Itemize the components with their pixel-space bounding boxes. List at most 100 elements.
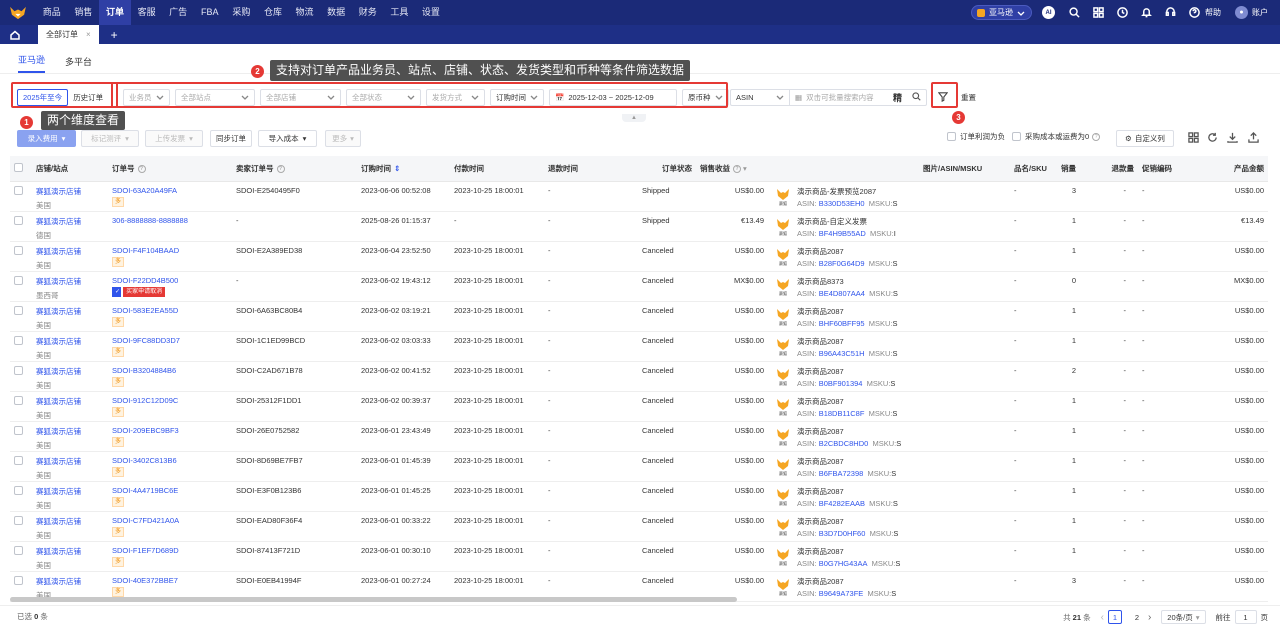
nav-item-11[interactable]: 工具 xyxy=(384,0,416,25)
profit-negative-checkbox[interactable] xyxy=(947,132,956,141)
layout-grid-icon[interactable] xyxy=(1188,132,1200,144)
support-headset-icon[interactable] xyxy=(1163,6,1177,20)
more-actions-button[interactable]: 更多 ▾ xyxy=(325,130,361,147)
column-header-11[interactable]: 退款量 xyxy=(1080,156,1138,182)
row-checkbox[interactable] xyxy=(14,275,23,285)
table-row[interactable]: 赛狐演示店铺 美国 SDOI-912C12D09C 多 SDOI-25312F1DD1 2… xyxy=(10,391,1268,422)
shop-link[interactable]: 赛狐演示店铺 xyxy=(36,336,104,347)
shop-link[interactable]: 赛狐演示店铺 xyxy=(36,486,104,497)
column-header-9[interactable]: 品名/SKU xyxy=(1010,156,1054,182)
table-row[interactable]: 赛狐演示店铺 美国 SDOI-209EBC9BF3 多 SDOI-26E0752582 2… xyxy=(10,421,1268,452)
order-id-link[interactable]: 306-8888888-8888888 xyxy=(112,216,228,225)
row-checkbox[interactable] xyxy=(14,215,23,225)
nav-item-0[interactable]: 商品 xyxy=(36,0,68,25)
shop-link[interactable]: 赛狐演示店铺 xyxy=(36,366,104,377)
column-header-4[interactable]: 付款时间 xyxy=(450,156,544,182)
table-row[interactable]: 赛狐演示店铺 德国 306-8888888-8888888-2025-08-26 0… xyxy=(10,211,1268,242)
asin-link[interactable]: B96A43C51H xyxy=(819,349,865,358)
ai-button[interactable]: AI xyxy=(1042,6,1055,19)
order-id-link[interactable]: SDOI-B3204884B6 xyxy=(112,366,228,375)
row-checkbox[interactable] xyxy=(14,485,23,495)
column-header-5[interactable]: 退款时间 xyxy=(544,156,638,182)
row-checkbox[interactable] xyxy=(14,575,23,585)
nav-item-7[interactable]: 仓库 xyxy=(257,0,289,25)
nav-item-8[interactable]: 物流 xyxy=(289,0,321,25)
row-checkbox[interactable] xyxy=(14,365,23,375)
column-header-3[interactable]: 订购时间 ⇕ xyxy=(357,156,450,182)
nav-item-10[interactable]: 财务 xyxy=(352,0,384,25)
close-icon[interactable]: × xyxy=(86,30,91,39)
row-checkbox-cell[interactable] xyxy=(10,181,32,212)
row-checkbox[interactable] xyxy=(14,395,23,405)
asin-link[interactable]: BHF60BFF95 xyxy=(819,319,865,328)
asin-link[interactable]: B18DB11C8F xyxy=(819,409,865,418)
row-checkbox-cell[interactable] xyxy=(10,361,32,392)
nav-item-4[interactable]: 广告 xyxy=(162,0,194,25)
nav-item-6[interactable]: 采购 xyxy=(226,0,258,25)
page-2-button[interactable]: 2 xyxy=(1130,610,1144,624)
row-checkbox[interactable] xyxy=(14,545,23,555)
table-row[interactable]: 赛狐演示店铺 美国 SDOI-9FC88DD3D7 多 SDOI-1C1ED99BCD 2… xyxy=(10,331,1268,362)
shop-link[interactable]: 赛狐演示店铺 xyxy=(36,246,104,257)
row-checkbox[interactable] xyxy=(14,335,23,345)
column-header-12[interactable]: 促销编码 xyxy=(1138,156,1203,182)
column-header-0[interactable]: 店铺/站点 xyxy=(32,156,108,182)
horizontal-scrollbar[interactable] xyxy=(10,597,737,602)
search-input[interactable]: ▦ 双击可批量搜索内容 精 xyxy=(789,88,927,106)
help-icon[interactable] xyxy=(1187,6,1201,20)
table-row[interactable]: 赛狐演示店铺 美国 SDOI-B3204884B6 多 SDOI-C2AD671B78 2… xyxy=(10,361,1268,392)
row-checkbox-cell[interactable] xyxy=(10,391,32,422)
download-icon[interactable] xyxy=(1227,132,1239,144)
row-checkbox-cell[interactable] xyxy=(10,541,32,572)
order-id-link[interactable]: SDOI-9FC88DD3D7 xyxy=(112,336,228,345)
table-row[interactable]: 赛狐演示店铺 美国 SDOI-3402C813B6 多 SDOI-8D69BE7FB7 2… xyxy=(10,451,1268,482)
exact-match-toggle[interactable]: 精 xyxy=(893,91,902,104)
column-header-10[interactable]: 销量 xyxy=(1054,156,1080,182)
asin-link[interactable]: B3D7D0HF60 xyxy=(819,529,866,538)
table-row[interactable]: 赛狐演示店铺 美国 SDOI-63A20A49FA 多 SDOI-E2540495F0 2… xyxy=(10,181,1268,212)
shop-link[interactable]: 赛狐演示店铺 xyxy=(36,516,104,527)
row-checkbox-cell[interactable] xyxy=(10,481,32,512)
order-id-link[interactable]: SDOI-F4F104BAAD xyxy=(112,246,228,255)
chevron-down-icon[interactable]: ▾ xyxy=(743,164,747,173)
shop-link[interactable]: 赛狐演示店铺 xyxy=(36,396,104,407)
column-header-6[interactable]: 订单状态 xyxy=(638,156,696,182)
column-header-2[interactable]: 卖家订单号? xyxy=(232,156,357,182)
nav-item-12[interactable]: 设置 xyxy=(415,0,447,25)
row-checkbox[interactable] xyxy=(14,455,23,465)
nav-item-5[interactable]: FBA xyxy=(194,0,226,25)
row-checkbox[interactable] xyxy=(14,245,23,255)
shop-link[interactable]: 赛狐演示店铺 xyxy=(36,186,104,197)
table-row[interactable]: 赛狐演示店铺 美国 SDOI-4A4719BC6E 多 SDOI-E3F0B123B6 2… xyxy=(10,481,1268,512)
tab-amazon[interactable]: 亚马逊 xyxy=(18,53,46,73)
order-id-link[interactable]: SDOI-583E2EA55D xyxy=(112,306,228,315)
search-icon[interactable] xyxy=(1067,6,1081,20)
search-type-select[interactable]: ASIN xyxy=(730,88,789,106)
order-id-link[interactable]: SDOI-912C12D09C xyxy=(112,396,228,405)
home-icon[interactable] xyxy=(0,25,30,44)
shop-link[interactable]: 赛狐演示店铺 xyxy=(36,216,104,227)
order-id-link[interactable]: SDOI-3402C813B6 xyxy=(112,456,228,465)
asin-link[interactable]: BF4H9B55AD xyxy=(819,229,866,238)
upload-invoice-button[interactable]: 上传发票 ▾ xyxy=(145,130,203,147)
order-id-link[interactable]: SDOI-63A20A49FA xyxy=(112,186,228,195)
page-size-select[interactable]: 20条/页 ▾ xyxy=(1161,610,1206,624)
row-checkbox-cell[interactable] xyxy=(10,451,32,482)
shop-link[interactable]: 赛狐演示店铺 xyxy=(36,276,104,287)
row-checkbox[interactable] xyxy=(14,515,23,525)
asin-link[interactable]: BE4D807AA4 xyxy=(819,289,865,298)
row-checkbox-cell[interactable] xyxy=(10,331,32,362)
tab-multi-platform[interactable]: 多平台 xyxy=(65,55,92,73)
order-id-link[interactable]: SDOI-C7FD421A0A xyxy=(112,516,228,525)
asin-link[interactable]: B0G7HG43AA xyxy=(819,559,868,568)
table-row[interactable]: 赛狐演示店铺 美国 SDOI-F4F104BAAD 多 SDOI-E2A389ED38 2… xyxy=(10,241,1268,272)
row-checkbox-cell[interactable] xyxy=(10,211,32,242)
select-all-checkbox[interactable] xyxy=(14,162,23,172)
row-checkbox-cell[interactable] xyxy=(10,421,32,452)
shop-link[interactable]: 赛狐演示店铺 xyxy=(36,426,104,437)
row-checkbox-cell[interactable] xyxy=(10,301,32,332)
row-checkbox-cell[interactable] xyxy=(10,271,32,302)
row-checkbox-cell[interactable] xyxy=(10,241,32,272)
goto-page-input[interactable]: 1 xyxy=(1234,610,1257,624)
nav-item-1[interactable]: 销售 xyxy=(68,0,100,25)
